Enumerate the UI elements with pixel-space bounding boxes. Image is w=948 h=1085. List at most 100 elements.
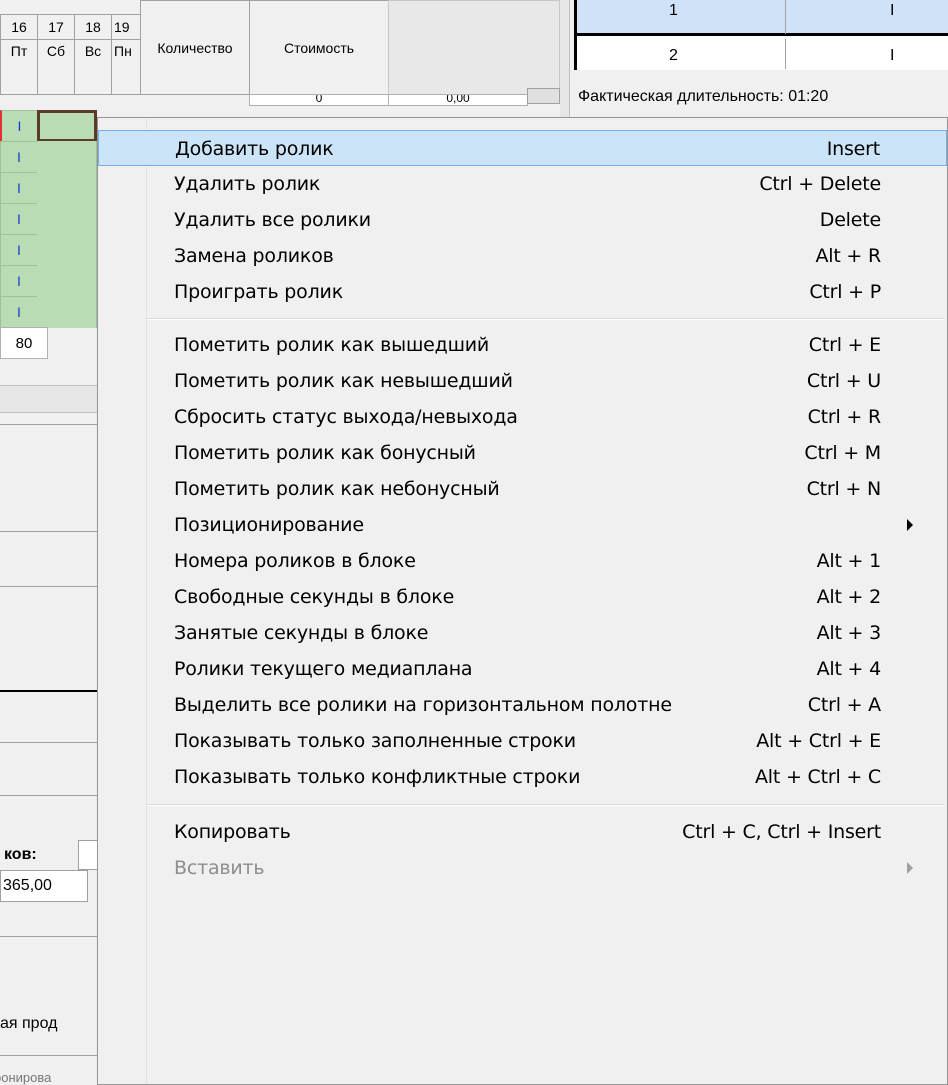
day-header-17[interactable]: 17 xyxy=(37,14,75,40)
menu-item-label: Пометить ролик как вышедший xyxy=(174,334,490,356)
divider xyxy=(0,586,97,587)
menu-item-clip-numbers-in-block[interactable]: Номера роликов в блоке Alt + 1 xyxy=(98,543,947,579)
blocks-table: 1 I 2 I xyxy=(574,0,948,70)
day-header-19[interactable]: 19 xyxy=(111,14,141,40)
schedule-cell[interactable]: I xyxy=(0,110,38,142)
day-header-18[interactable]: 18 xyxy=(74,14,112,40)
divider xyxy=(0,424,97,425)
submenu-arrow-icon xyxy=(907,519,913,531)
menu-item-shortcut: Ctrl + C, Ctrl + Insert xyxy=(682,821,881,843)
menu-item-select-all-horizontal[interactable]: Выделить все ролики на горизонтальном по… xyxy=(98,687,947,723)
dow-header-mon: Пн xyxy=(111,39,141,95)
menu-item-label: Свободные секунды в блоке xyxy=(174,586,455,608)
day-header-16[interactable]: 16 xyxy=(0,14,38,40)
header-filler xyxy=(388,0,560,95)
menu-item-reset-air-status[interactable]: Сбросить статус выхода/невыхода Ctrl + R xyxy=(98,399,947,435)
menu-item-paste[interactable]: Вставить xyxy=(98,850,947,886)
menu-item-shortcut: Ctrl + P xyxy=(809,281,881,303)
menu-item-mark-bonus[interactable]: Пометить ролик как бонусный Ctrl + M xyxy=(98,435,947,471)
block-row-1[interactable]: 1 I xyxy=(577,0,948,36)
schedule-cell[interactable]: I xyxy=(0,172,38,204)
menu-item-label: Показывать только заполненные строки xyxy=(174,730,576,752)
menu-item-shortcut: Alt + 2 xyxy=(816,586,882,608)
menu-item-label: Пометить ролик как небонусный xyxy=(174,478,500,500)
divider xyxy=(0,742,97,743)
cost-column-header[interactable]: Стоимость xyxy=(249,0,389,95)
divider xyxy=(0,690,97,692)
menu-item-label: Позиционирование xyxy=(174,514,364,536)
menu-item-delete-all-clips[interactable]: Удалить все ролики Delete xyxy=(98,202,947,238)
schedule-cell[interactable]: I xyxy=(0,141,38,173)
block-row-2[interactable]: 2 I xyxy=(577,39,948,69)
menu-item-label: Ролики текущего медиаплана xyxy=(174,658,473,680)
dow-header-sat: Сб xyxy=(37,39,75,95)
menu-item-shortcut: Alt + 3 xyxy=(816,622,882,644)
menu-item-label: Выделить все ролики на горизонтальном по… xyxy=(174,694,672,716)
menu-item-mark-non-bonus[interactable]: Пометить ролик как небонусный Ctrl + N xyxy=(98,471,947,507)
menu-separator xyxy=(148,318,944,320)
menu-item-shortcut: Ctrl + U xyxy=(806,370,881,392)
schedule-cell-selected[interactable] xyxy=(37,110,97,142)
menu-item-shortcut: Ctrl + R xyxy=(807,406,882,428)
menu-item-shortcut: Insert xyxy=(826,138,880,160)
divider xyxy=(0,531,97,532)
bottom-fragment-text: ронирова xyxy=(0,1070,52,1085)
schedule-cell[interactable]: I xyxy=(0,296,38,328)
amount-value: 365,00 xyxy=(3,877,52,894)
menu-item-label: Удалить ролик xyxy=(174,173,321,195)
dow-header-sun: Вс xyxy=(74,39,112,95)
divider xyxy=(0,936,97,937)
menu-separator xyxy=(148,804,944,806)
menu-item-shortcut: Delete xyxy=(819,209,881,231)
total-cell: 80 xyxy=(0,327,48,359)
menu-item-label: Добавить ролик xyxy=(175,138,334,160)
menu-item-show-filled-rows[interactable]: Показывать только заполненные строки Alt… xyxy=(98,723,947,759)
menu-item-label: Замена роликов xyxy=(174,245,334,267)
menu-item-label: Вставить xyxy=(174,857,265,879)
divider xyxy=(0,1055,97,1056)
menu-item-shortcut: Ctrl + M xyxy=(804,442,881,464)
menu-item-mark-not-aired[interactable]: Пометить ролик как невышедший Ctrl + U xyxy=(98,363,947,399)
duration-panel: 1 I 2 I Фактическая длительность: 01:20 xyxy=(560,0,948,117)
menu-item-play-clip[interactable]: Проиграть ролик Ctrl + P xyxy=(98,274,947,310)
menu-item-mark-aired[interactable]: Пометить ролик как вышедший Ctrl + E xyxy=(98,327,947,363)
schedule-cell[interactable]: I xyxy=(0,203,38,235)
block-row-2-mark: I xyxy=(890,47,895,64)
menu-item-add-clip[interactable]: Добавить ролик Insert xyxy=(98,130,947,166)
quantity-cell[interactable]: 0 xyxy=(249,94,389,106)
menu-item-copy[interactable]: Копировать Ctrl + C, Ctrl + Insert xyxy=(98,814,947,850)
quantity-column-header[interactable]: Количество xyxy=(140,0,250,95)
context-menu: Добавить ролик Insert Удалить ролик Ctrl… xyxy=(97,117,948,1085)
menu-item-show-conflict-rows[interactable]: Показывать только конфликтные строки Alt… xyxy=(98,759,947,795)
submenu-arrow-icon xyxy=(907,862,913,874)
menu-item-label: Копировать xyxy=(174,821,291,843)
column-divider xyxy=(785,39,786,69)
menu-item-delete-clip[interactable]: Удалить ролик Ctrl + Delete xyxy=(98,166,947,202)
menu-item-positioning[interactable]: Позиционирование xyxy=(98,507,947,543)
menu-item-busy-seconds-in-block[interactable]: Занятые секунды в блоке Alt + 3 xyxy=(98,615,947,651)
fragment-text: ая прод xyxy=(0,1015,58,1032)
menu-item-label: Проиграть ролик xyxy=(174,281,343,303)
menu-item-label: Занятые секунды в блоке xyxy=(174,622,429,644)
menu-item-current-mediaplan-clips[interactable]: Ролики текущего медиаплана Alt + 4 xyxy=(98,651,947,687)
menu-item-shortcut: Alt + R xyxy=(815,245,881,267)
dow-header-fri: Пт xyxy=(0,39,38,95)
vertical-splitter[interactable] xyxy=(560,0,570,117)
schedule-cell[interactable]: I xyxy=(0,265,38,297)
count-label: ков: xyxy=(4,846,37,863)
block-row-2-number: 2 xyxy=(669,47,678,64)
schedule-cell[interactable]: I xyxy=(0,234,38,266)
menu-item-label: Показывать только конфликтные строки xyxy=(174,766,581,788)
horizontal-scrollbar[interactable] xyxy=(0,385,97,413)
actual-duration-label: Фактическая длительность: 01:20 xyxy=(578,88,829,105)
menu-item-replace-clips[interactable]: Замена роликов Alt + R xyxy=(98,238,947,274)
block-row-1-number: 1 xyxy=(669,2,678,19)
grid-scrollbar[interactable] xyxy=(527,88,560,104)
menu-item-shortcut: Alt + Ctrl + C xyxy=(755,766,881,788)
amount-input[interactable]: 365,00 xyxy=(0,870,88,902)
cost-cell[interactable]: 0,00 xyxy=(388,94,528,106)
menu-item-shortcut: Ctrl + A xyxy=(807,694,881,716)
menu-item-free-seconds-in-block[interactable]: Свободные секунды в блоке Alt + 2 xyxy=(98,579,947,615)
divider xyxy=(0,795,97,796)
menu-item-label: Удалить все ролики xyxy=(174,209,371,231)
